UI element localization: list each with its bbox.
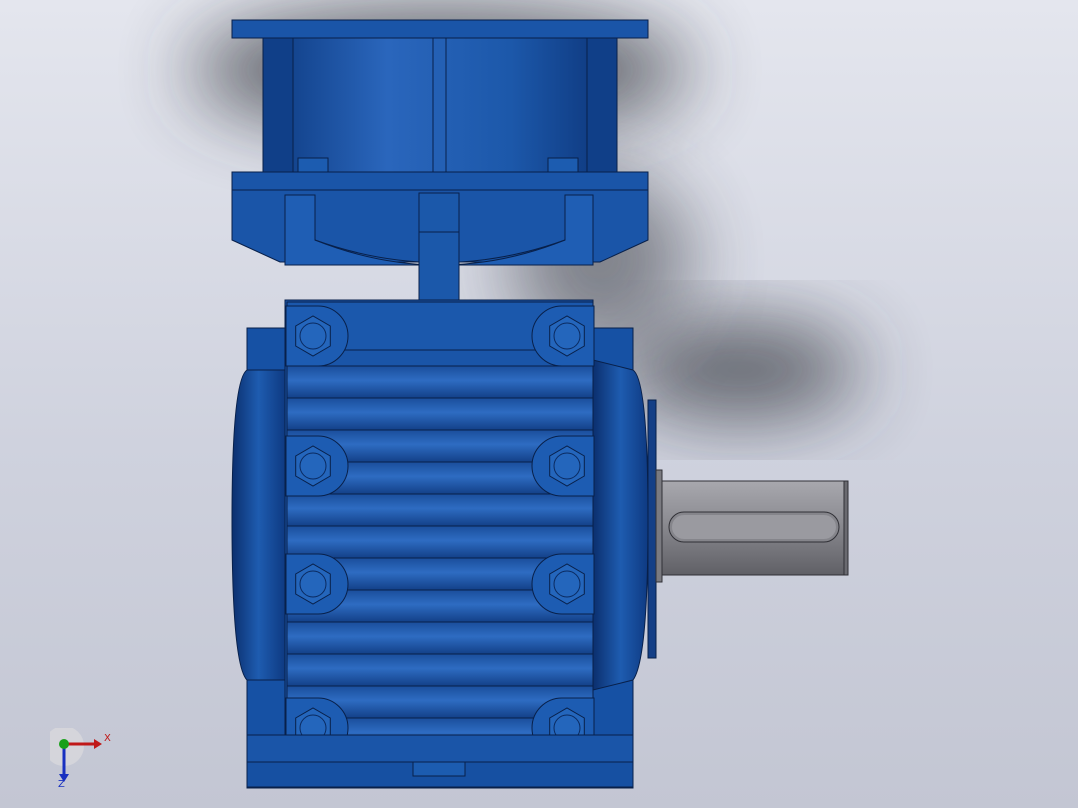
motor-adapter[interactable] [231,19,649,191]
bolt-boss [285,435,349,497]
cooling-rib [286,397,594,431]
bolt-boss [285,305,349,367]
cooling-rib [286,621,594,655]
y-axis-dot [59,739,69,749]
x-axis-label: X [104,733,111,744]
cooling-ribs [286,301,594,751]
bolt-boss [285,553,349,615]
3d-viewport[interactable]: X Z [0,0,1078,808]
gear-reducer-model[interactable] [0,0,1078,808]
bolt-boss [531,435,595,497]
cooling-rib [286,365,594,399]
cooling-rib [286,493,594,527]
coordinate-triad[interactable]: X Z [44,726,120,798]
output-shaft[interactable] [655,469,849,583]
bolt-boss [531,305,595,367]
z-axis-label: Z [58,779,65,790]
housing-base[interactable] [246,734,634,788]
cooling-rib [286,525,594,559]
cooling-rib [286,653,594,687]
bolt-boss [531,553,595,615]
